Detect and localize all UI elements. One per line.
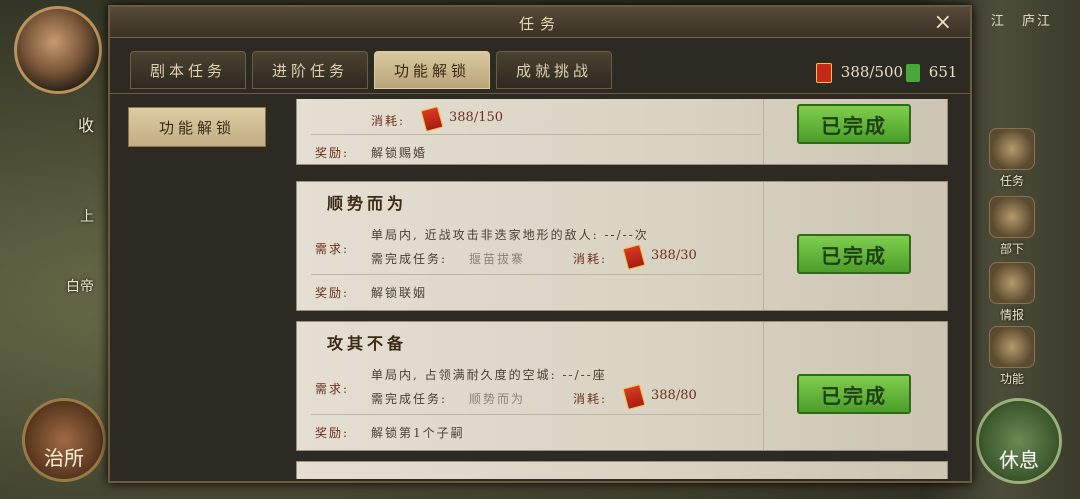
tab-achievements[interactable]: 成就挑战 [496, 51, 612, 89]
task-card: 攻其不备 单局内, 占领满耐久度的空城: --/--座 需求: 需完成任务: 顺… [296, 321, 948, 451]
player-avatar[interactable] [14, 6, 102, 94]
book-icon [989, 262, 1035, 304]
ticket-resource: 388/500 [816, 63, 903, 83]
left-item-2: 白帝 [66, 279, 94, 295]
ticket-icon [816, 63, 832, 83]
task-card: 消耗: 388/150 奖励: 解锁赐婚 已完成 [296, 99, 948, 165]
scroll-icon [989, 128, 1035, 170]
card-divider [763, 99, 764, 164]
cost-label: 消耗: [573, 392, 608, 406]
prereq-label: 需完成任务: [371, 252, 448, 266]
completed-button[interactable]: 已完成 [797, 374, 911, 414]
prereq-label: 需完成任务: [371, 392, 448, 406]
gear-icon [989, 326, 1035, 368]
left-item-0[interactable]: 收 [78, 112, 94, 136]
task-button-label: 任务 [999, 174, 1024, 188]
helmet-icon [989, 196, 1035, 238]
ticket-icon [420, 106, 444, 132]
reward-value: 解锁第1个子嗣 [371, 426, 465, 440]
task-title: 顺势而为 [327, 194, 408, 213]
cost-value: 388/30 [651, 248, 697, 263]
cost-value: 388/80 [651, 388, 697, 403]
modal-header: 任务 × [110, 7, 970, 38]
reward-label: 奖励: [315, 146, 350, 160]
left-item-1: 上 [80, 209, 94, 225]
ticket-icon [622, 244, 646, 270]
card-divider [763, 182, 764, 310]
separator [311, 414, 761, 415]
capital-button[interactable]: 治所 [22, 398, 106, 482]
modal-title: 任务 [518, 15, 561, 33]
prereq-value: 揠苗拔寨 [469, 252, 526, 266]
task-card [296, 461, 948, 479]
tab-advanced-tasks[interactable]: 进阶任务 [252, 51, 368, 89]
ticket-icon [622, 384, 646, 410]
reward-label: 奖励: [315, 426, 350, 440]
cost-label: 消耗: [573, 252, 608, 266]
task-title: 攻其不备 [327, 334, 408, 353]
rest-button-label: 休息 [999, 448, 1039, 472]
rest-button[interactable]: 休息 [976, 398, 1062, 484]
separator [311, 134, 761, 135]
cost-label: 消耗: [371, 114, 406, 128]
top-right-text-1: 庐江 [1021, 14, 1052, 29]
separator [311, 274, 761, 275]
card-divider [763, 322, 764, 450]
requirement-line: 单局内, 占领满耐久度的空城: --/--座 [371, 368, 607, 382]
completed-button[interactable]: 已完成 [797, 234, 911, 274]
subordinate-button[interactable]: 部下 [986, 196, 1038, 257]
completed-button[interactable]: 已完成 [797, 104, 911, 144]
task-card: 顺势而为 单局内, 近战攻击非迭家地形的敌人: --/--次 需求: 需完成任务… [296, 181, 948, 311]
reward-value: 解锁联姻 [371, 286, 428, 300]
subordinate-button-label: 部下 [999, 242, 1024, 256]
tab-feature-unlock[interactable]: 功能解锁 [374, 51, 490, 89]
side-tab-feature-unlock[interactable]: 功能解锁 [128, 107, 266, 147]
task-list[interactable]: 消耗: 388/150 奖励: 解锁赐婚 已完成 顺势而为 单局内, 近战攻击非… [296, 99, 948, 479]
capital-button-label: 治所 [44, 446, 84, 470]
jade-resource: 651 [906, 63, 957, 82]
top-right-text-0: 江 [990, 14, 1006, 29]
requirement-line: 单局内, 近战攻击非迭家地形的敌人: --/--次 [371, 228, 649, 242]
task-button[interactable]: 任务 [986, 128, 1038, 189]
function-button[interactable]: 功能 [986, 326, 1038, 387]
tab-script-tasks[interactable]: 剧本任务 [130, 51, 246, 89]
intel-button-label: 情报 [999, 308, 1024, 322]
requirement-label: 需求: [315, 242, 350, 256]
prereq-value: 顺势而为 [469, 392, 526, 406]
reward-label: 奖励: [315, 286, 350, 300]
ticket-count: 388/500 [840, 63, 904, 81]
close-icon[interactable]: × [934, 10, 952, 35]
function-button-label: 功能 [999, 372, 1024, 386]
requirement-label: 需求: [315, 382, 350, 396]
jade-icon [906, 64, 920, 82]
cost-value: 388/150 [449, 110, 504, 125]
divider [110, 93, 970, 94]
task-modal: 任务 × 剧本任务 进阶任务 功能解锁 成就挑战 388/500 651 功能解… [108, 5, 972, 483]
reward-value: 解锁赐婚 [371, 146, 428, 160]
intel-button[interactable]: 情报 [986, 262, 1038, 323]
top-right-location: 江 庐江 [991, 10, 1052, 29]
jade-count: 651 [928, 63, 958, 81]
